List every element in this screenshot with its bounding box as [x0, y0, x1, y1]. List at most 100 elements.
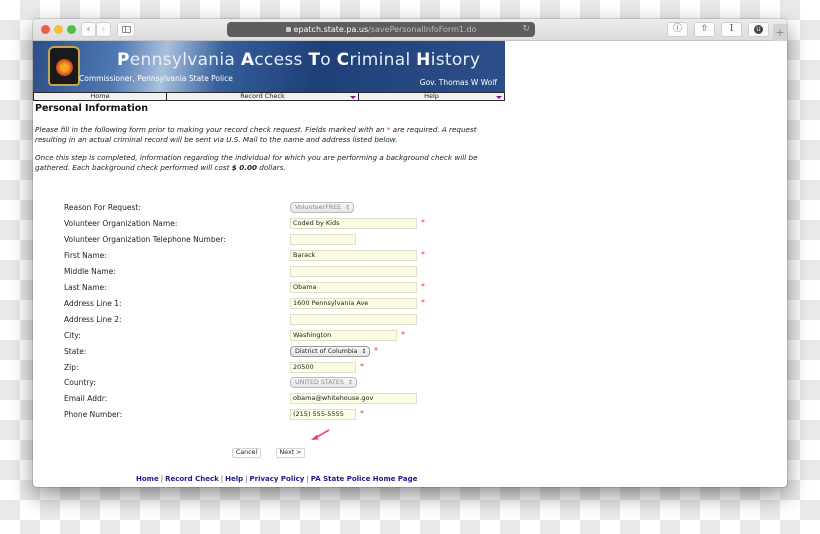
form-row-volunteer-organization-telephone-number: Volunteer Organization Telephone Number:: [64, 234, 464, 246]
extension-button[interactable]: U: [748, 22, 769, 37]
link-separator: |: [306, 475, 309, 483]
form-row-middle-name: Middle Name:: [64, 266, 464, 278]
form-row-state: State: District of Columbia ↕ *: [64, 346, 464, 358]
volunteer-organization-name-input[interactable]: Coded by Kids: [290, 218, 417, 229]
footer-link-record-check[interactable]: Record Check: [165, 475, 219, 483]
sidebar-toggle-button[interactable]: [117, 22, 135, 37]
link-separator: |: [220, 475, 224, 483]
zip-input[interactable]: 20500: [290, 362, 356, 373]
address-line-2-input[interactable]: [290, 314, 417, 325]
form-row-first-name: First Name: Barack *: [64, 250, 464, 262]
cancel-button[interactable]: Cancel: [232, 448, 261, 458]
country-label: Country:: [64, 378, 96, 387]
footer-link-home[interactable]: Home: [136, 475, 159, 483]
first-name-label: First Name:: [64, 251, 107, 260]
first-name-input[interactable]: Barack: [290, 250, 417, 261]
select-arrows-icon: ↕: [347, 379, 353, 386]
last-name-label: Last Name:: [64, 283, 107, 292]
middle-name-input[interactable]: [290, 266, 417, 277]
required-star: *: [360, 362, 364, 371]
reader-cursor-icon: I: [729, 24, 734, 34]
url-host: epatch.state.pa.us: [293, 25, 369, 34]
address-line-1-input[interactable]: 1600 Pennsylvania Ave: [290, 298, 417, 309]
dropdown-caret-icon: [350, 96, 356, 99]
footer-link-privacy-policy[interactable]: Privacy Policy: [250, 475, 305, 483]
volunteer-organization-telephone-number-label: Volunteer Organization Telephone Number:: [64, 235, 226, 244]
cost-amount: $ 0.00: [231, 162, 257, 172]
city-input[interactable]: Washington: [290, 330, 397, 341]
back-button[interactable]: ‹: [81, 22, 96, 37]
form-row-city: City: Washington *: [64, 330, 464, 342]
governor-name: Gov. Thomas W Wolf: [419, 78, 497, 87]
required-star: *: [421, 282, 425, 291]
city-label: City:: [64, 331, 81, 340]
footer-link-pa-state-police-home-page[interactable]: PA State Police Home Page: [311, 475, 418, 483]
browser-toolbar: ‹ › epatch.state.pa.us/savePersonalInfoF…: [33, 19, 787, 41]
footer-link-help[interactable]: Help: [225, 475, 243, 483]
address-bar[interactable]: epatch.state.pa.us/savePersonalInfoForm1…: [227, 22, 535, 37]
sidebar-icon: [121, 26, 131, 33]
link-separator: |: [245, 475, 248, 483]
form-row-reason-for-request: Reason For Request: VolunteerFREE ↕: [64, 202, 464, 214]
form-row-country: Country: UNITED STATES ↕: [64, 377, 464, 389]
phone-number-label: Phone Number:: [64, 410, 123, 419]
reason-for-request-label: Reason For Request:: [64, 203, 141, 212]
required-star: *: [360, 409, 364, 418]
info-button[interactable]: ⓘ: [667, 22, 688, 37]
form-row-last-name: Last Name: Obama *: [64, 282, 464, 294]
last-name-input[interactable]: Obama: [290, 282, 417, 293]
country-select: UNITED STATES ↕: [290, 377, 357, 388]
menu-item-record-check[interactable]: Record Check: [167, 93, 359, 100]
maximize-window-button[interactable]: [67, 25, 76, 34]
annotation-arrow-icon: [311, 429, 330, 440]
page-content: Pennsylvania Access To Criminal History …: [33, 41, 787, 487]
forward-button[interactable]: ›: [96, 22, 111, 37]
seal-icon: [56, 59, 73, 76]
intro-paragraph: Please fill in the following form prior …: [35, 125, 477, 144]
footer-links: Home | Record Check | Help | Privacy Policy | PA…: [136, 475, 417, 483]
email-addr-input[interactable]: obama@whitehouse.gov: [290, 393, 417, 404]
close-window-button[interactable]: [41, 25, 50, 34]
phone-number-input[interactable]: (215) 555-5555: [290, 409, 356, 420]
state-police-badge-logo: [48, 46, 80, 86]
share-icon: ⇧: [700, 24, 709, 34]
volunteer-organization-name-label: Volunteer Organization Name:: [64, 219, 178, 228]
zip-label: Zip:: [64, 363, 79, 372]
new-tab-button[interactable]: +: [773, 24, 787, 41]
reason-for-request-select: VolunteerFREE ↕: [290, 202, 355, 213]
form-row-address-line-2: Address Line 2:: [64, 314, 464, 326]
chevron-left-icon: ‹: [86, 24, 91, 35]
required-star: *: [374, 346, 378, 355]
reader-button[interactable]: I: [721, 22, 742, 37]
form-row-email-addr: Email Addr: obama@whitehouse.gov: [64, 393, 464, 405]
select-arrows-icon: ↕: [345, 204, 351, 211]
main-menu: Home Record Check Help: [33, 92, 505, 101]
next-button[interactable]: Next >: [276, 448, 305, 458]
address-line-1-label: Address Line 1:: [64, 299, 122, 308]
email-addr-label: Email Addr:: [64, 394, 108, 403]
required-star: *: [421, 250, 425, 259]
extension-icon: U: [754, 25, 763, 34]
reload-icon[interactable]: ↻: [522, 22, 530, 37]
cost-paragraph: Once this step is completed, information…: [35, 153, 478, 172]
banner-subtitle: Commissioner, Pennsylvania State Police: [79, 74, 233, 83]
state-select[interactable]: District of Columbia ↕: [290, 346, 371, 357]
address-line-2-label: Address Line 2:: [64, 315, 122, 324]
form-row-volunteer-organization-name: Volunteer Organization Name: Coded by Kid…: [64, 218, 464, 230]
site-banner: Pennsylvania Access To Criminal History …: [33, 41, 505, 92]
share-button[interactable]: ⇧: [694, 22, 715, 37]
required-star: *: [401, 330, 405, 339]
volunteer-organization-telephone-number-input[interactable]: [290, 234, 356, 245]
menu-item-home[interactable]: Home: [34, 93, 167, 100]
state-label: State:: [64, 347, 87, 356]
info-icon: ⓘ: [672, 24, 682, 34]
dropdown-caret-icon: [496, 96, 502, 99]
required-star: *: [421, 298, 425, 307]
menu-item-help[interactable]: Help: [359, 93, 504, 100]
middle-name-label: Middle Name:: [64, 267, 116, 276]
form-row-address-line-1: Address Line 1: 1600 Pennsylvania Ave *: [64, 298, 464, 310]
minimize-window-button[interactable]: [54, 25, 63, 34]
link-separator: |: [160, 475, 164, 483]
site-title: Pennsylvania Access To Criminal History: [117, 50, 481, 70]
lock-icon: [285, 27, 291, 32]
